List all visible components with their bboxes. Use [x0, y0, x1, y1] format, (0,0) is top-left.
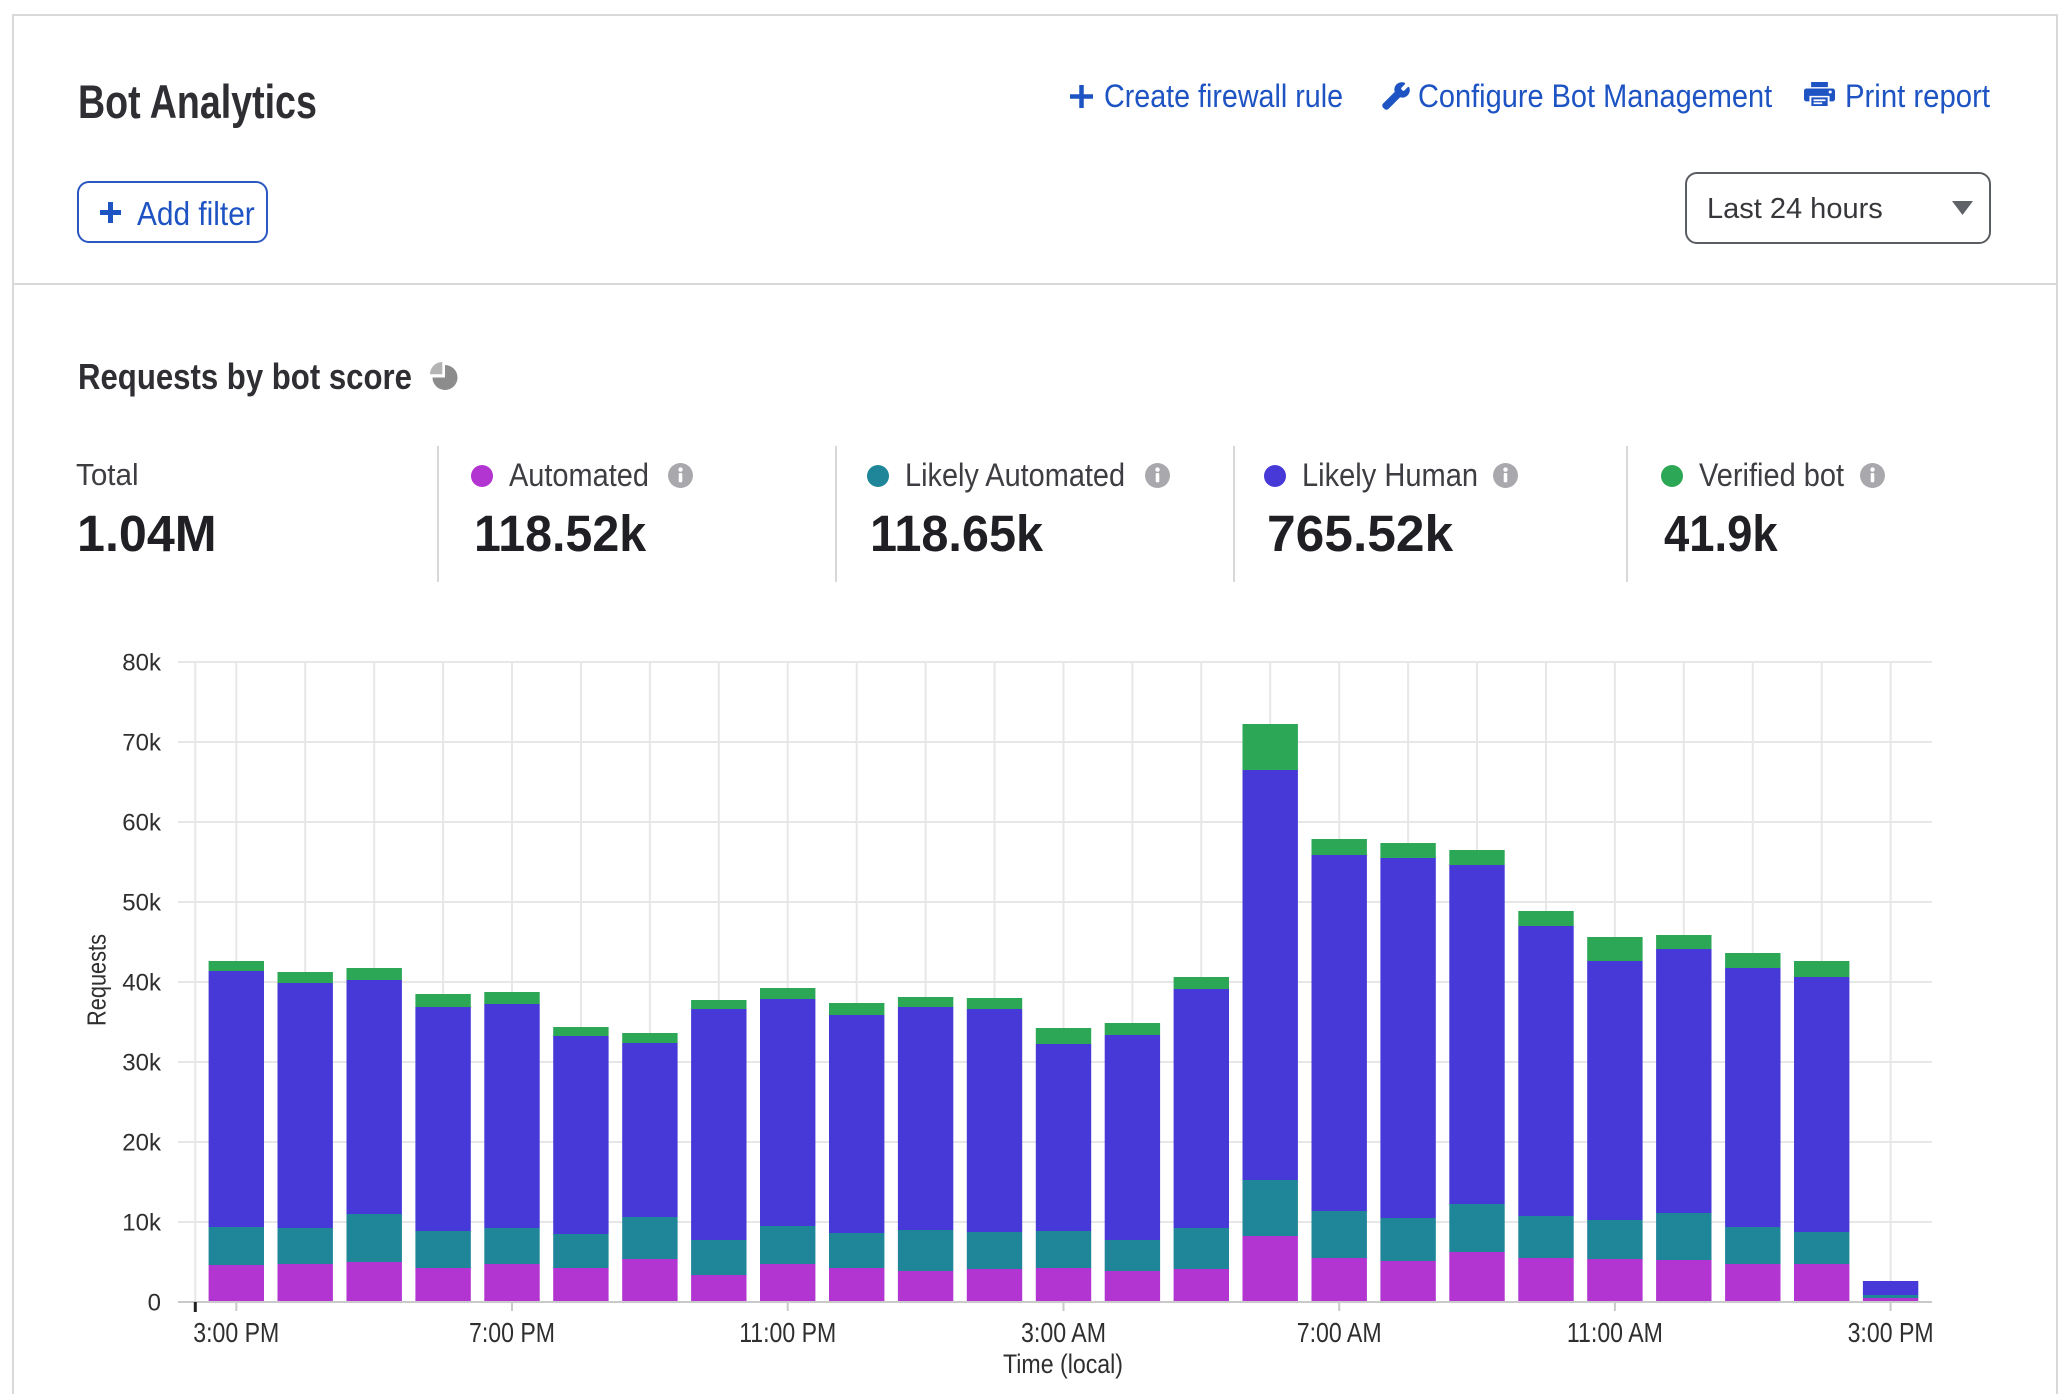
svg-text:70k: 70k	[122, 730, 162, 757]
svg-text:3:00 PM: 3:00 PM	[1848, 1317, 1934, 1348]
svg-text:10k: 10k	[122, 1210, 162, 1237]
svg-text:40k: 40k	[122, 970, 162, 997]
svg-text:7:00 AM: 7:00 AM	[1297, 1317, 1382, 1348]
svg-text:50k: 50k	[122, 890, 162, 917]
svg-text:Time (local): Time (local)	[1003, 1349, 1123, 1379]
svg-text:11:00 AM: 11:00 AM	[1567, 1317, 1663, 1348]
svg-text:80k: 80k	[122, 650, 162, 677]
svg-text:11:00 PM: 11:00 PM	[739, 1317, 836, 1348]
svg-text:60k: 60k	[122, 810, 162, 837]
svg-text:30k: 30k	[122, 1050, 162, 1077]
svg-text:Requests: Requests	[82, 934, 112, 1026]
svg-text:20k: 20k	[122, 1130, 162, 1157]
svg-text:3:00 PM: 3:00 PM	[193, 1317, 279, 1348]
svg-text:3:00 AM: 3:00 AM	[1021, 1317, 1106, 1348]
svg-text:7:00 PM: 7:00 PM	[469, 1317, 555, 1348]
svg-text:0: 0	[148, 1290, 161, 1317]
